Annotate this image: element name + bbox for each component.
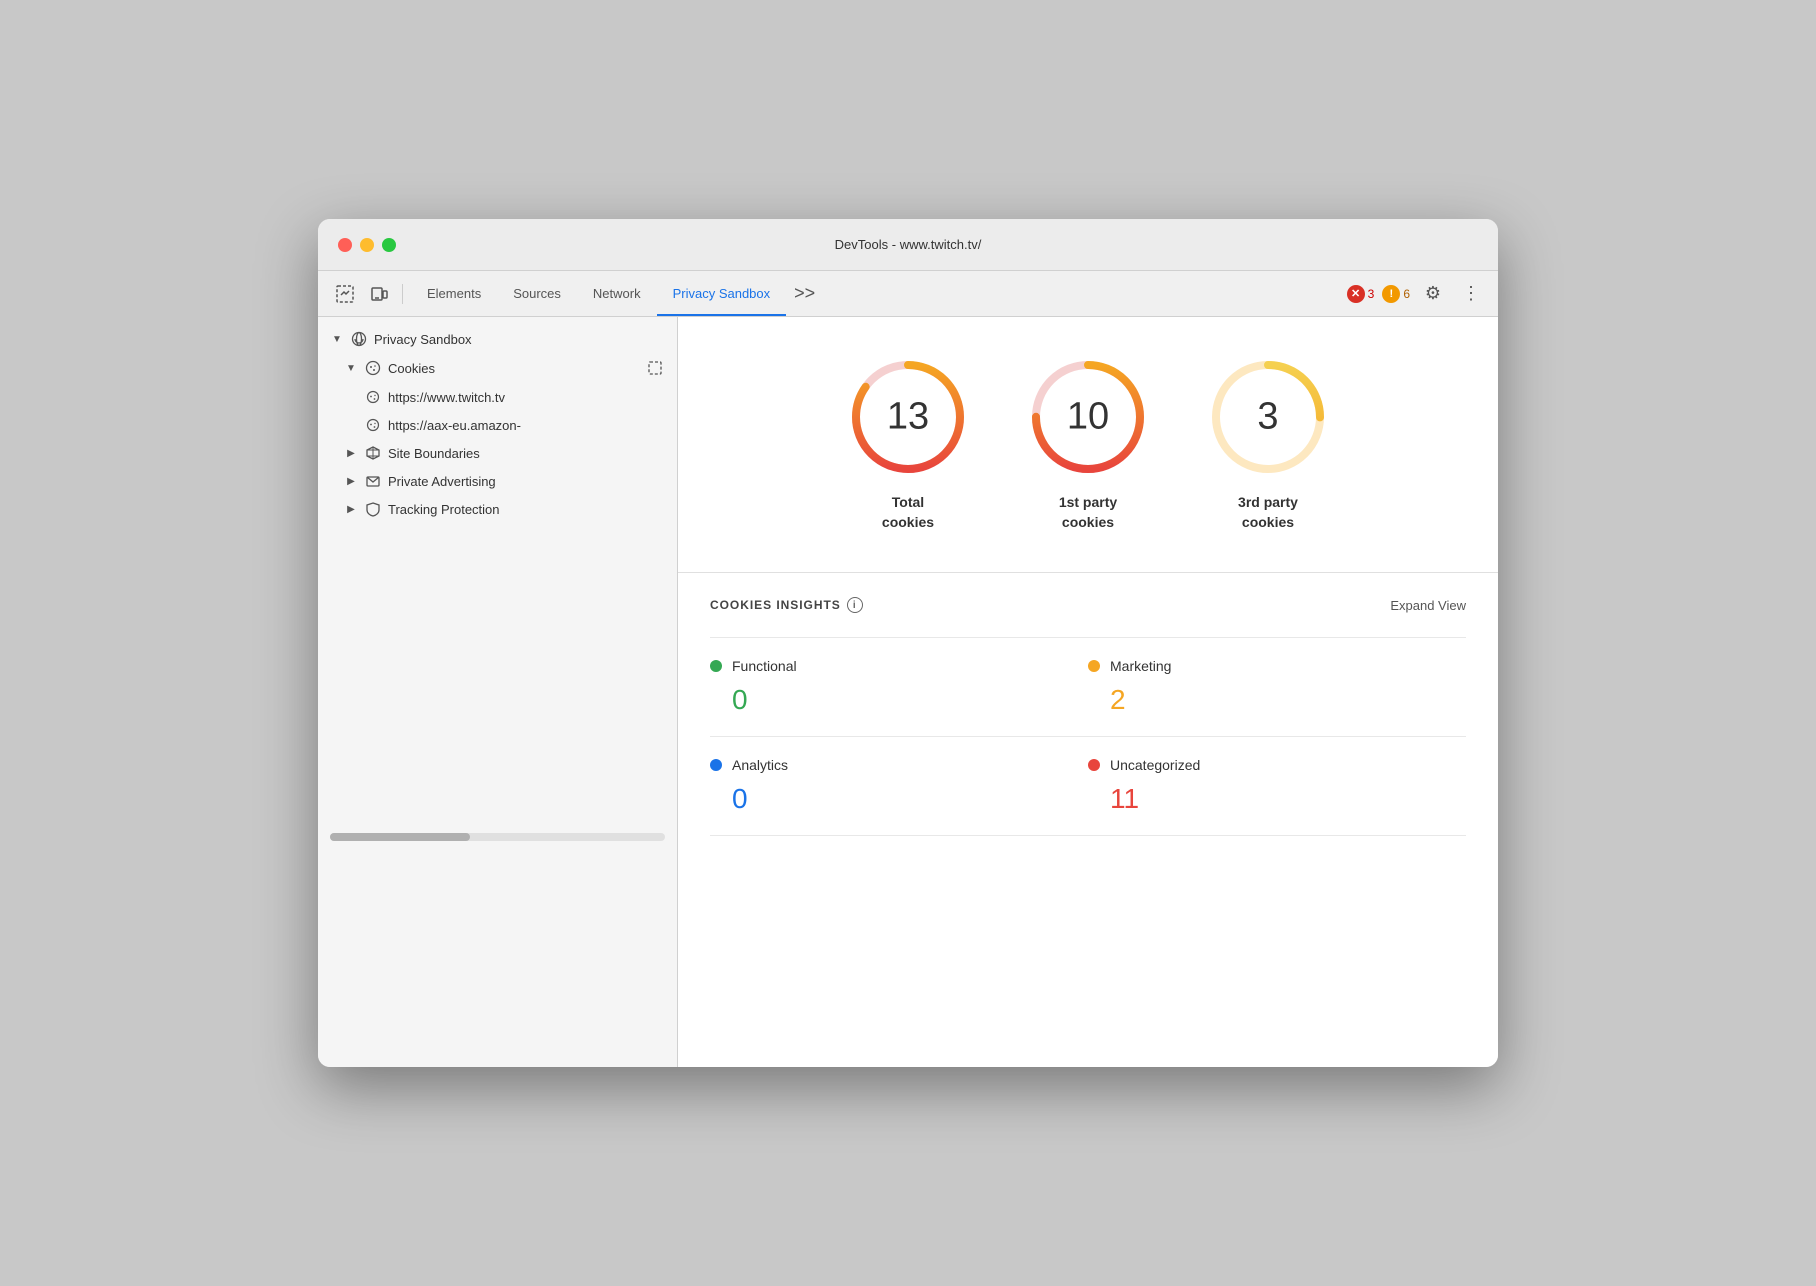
- insight-analytics: Analytics 0: [710, 737, 1088, 836]
- total-label: Totalcookies: [882, 493, 934, 532]
- first-party-circle: 10: [1028, 357, 1148, 477]
- sidebar-label: https://www.twitch.tv: [388, 390, 665, 405]
- tab-elements[interactable]: Elements: [411, 271, 497, 316]
- insights-info-icon[interactable]: i: [847, 597, 863, 613]
- tab-privacy-sandbox[interactable]: Privacy Sandbox: [657, 271, 787, 316]
- window-title: DevTools - www.twitch.tv/: [835, 237, 982, 252]
- scrollbar-thumb: [330, 833, 470, 841]
- error-icon: ✕: [1347, 285, 1365, 303]
- arrow-icon: ▼: [330, 332, 344, 346]
- inspect-icon[interactable]: [330, 279, 360, 309]
- privacy-sandbox-icon: [350, 330, 368, 348]
- more-tabs-button[interactable]: >>: [786, 283, 823, 304]
- insight-uncategorized: Uncategorized 11: [1088, 737, 1466, 836]
- tracking-protection-icon: [364, 500, 382, 518]
- insights-title: COOKIES INSIGHTS i: [710, 597, 863, 613]
- devtools-window: DevTools - www.twitch.tv/ Elements Sourc…: [318, 219, 1498, 1067]
- insights-section: COOKIES INSIGHTS i Expand View Functiona…: [678, 573, 1498, 860]
- arrow-icon: ▶: [344, 502, 358, 516]
- maximize-button[interactable]: [382, 238, 396, 252]
- uncategorized-label: Uncategorized: [1110, 757, 1200, 773]
- total-circle: 13: [848, 357, 968, 477]
- arrow-icon: ▶: [344, 474, 358, 488]
- settings-button[interactable]: ⚙: [1418, 279, 1448, 309]
- total-count: 13: [887, 396, 929, 439]
- analytics-dot: [710, 759, 722, 771]
- analytics-header: Analytics: [710, 757, 1088, 773]
- titlebar: DevTools - www.twitch.tv/: [318, 219, 1498, 271]
- sidebar-label: https://aax-eu.amazon-: [388, 418, 665, 433]
- cookie-stats: 13 Totalcookies: [678, 317, 1498, 573]
- scrollbar-track: [330, 833, 665, 841]
- marketing-dot: [1088, 660, 1100, 672]
- insights-grid: Functional 0 Marketing 2: [710, 637, 1466, 836]
- functional-dot: [710, 660, 722, 672]
- tab-network[interactable]: Network: [577, 271, 657, 316]
- first-party-count: 10: [1067, 396, 1109, 439]
- analytics-label: Analytics: [732, 757, 788, 773]
- window-controls: [338, 238, 396, 252]
- horizontal-scrollbar[interactable]: [318, 823, 677, 851]
- toolbar: Elements Sources Network Privacy Sandbox…: [318, 271, 1498, 317]
- arrow-icon: ▼: [344, 361, 358, 375]
- expand-view-button[interactable]: Expand View: [1390, 598, 1466, 613]
- uncategorized-dot: [1088, 759, 1100, 771]
- cookie-icon: [364, 416, 382, 434]
- arrow-icon: ▶: [344, 446, 358, 460]
- warning-badge[interactable]: ! 6: [1382, 285, 1410, 303]
- third-party-stat: 3 3rd partycookies: [1208, 357, 1328, 532]
- third-party-count: 3: [1257, 396, 1278, 439]
- error-badge[interactable]: ✕ 3: [1347, 285, 1375, 303]
- sidebar-item-twitch[interactable]: https://www.twitch.tv: [318, 383, 677, 411]
- insight-marketing: Marketing 2: [1088, 637, 1466, 737]
- total-cookies-stat: 13 Totalcookies: [848, 357, 968, 532]
- sidebar-label: Tracking Protection: [388, 502, 665, 517]
- sidebar-item-tracking-protection[interactable]: ▶ Tracking Protection: [318, 495, 677, 523]
- third-party-label: 3rd partycookies: [1238, 493, 1298, 532]
- main-content: ▼ Privacy Sandbox ▼: [318, 317, 1498, 1067]
- sidebar-item-site-boundaries[interactable]: ▶ Site Boundaries: [318, 439, 677, 467]
- insight-functional: Functional 0: [710, 637, 1088, 737]
- functional-header: Functional: [710, 658, 1088, 674]
- main-panel: 13 Totalcookies: [678, 317, 1498, 1067]
- first-party-label: 1st partycookies: [1059, 493, 1117, 532]
- marketing-label: Marketing: [1110, 658, 1171, 674]
- analytics-count: 0: [710, 783, 1088, 815]
- sidebar-label: Site Boundaries: [388, 446, 665, 461]
- warning-icon: !: [1382, 285, 1400, 303]
- cookie-icon: [364, 388, 382, 406]
- first-party-stat: 10 1st partycookies: [1028, 357, 1148, 532]
- sidebar-label: Private Advertising: [388, 474, 665, 489]
- sidebar-item-privacy-sandbox[interactable]: ▼ Privacy Sandbox: [318, 325, 677, 353]
- close-button[interactable]: [338, 238, 352, 252]
- private-advertising-icon: [364, 472, 382, 490]
- cookie-icon: [364, 359, 382, 377]
- uncategorized-header: Uncategorized: [1088, 757, 1466, 773]
- select-icon[interactable]: [645, 358, 665, 378]
- sidebar-item-cookies[interactable]: ▼ Cookies: [318, 353, 677, 383]
- uncategorized-count: 11: [1088, 783, 1466, 815]
- toolbar-right: ✕ 3 ! 6 ⚙ ⋮: [1347, 279, 1486, 309]
- marketing-count: 2: [1088, 684, 1466, 716]
- toolbar-divider: [402, 284, 403, 304]
- sidebar-label: Cookies: [388, 361, 639, 376]
- site-boundaries-icon: [364, 444, 382, 462]
- functional-label: Functional: [732, 658, 797, 674]
- toolbar-tabs: Elements Sources Network Privacy Sandbox…: [411, 271, 1343, 316]
- sidebar-label: Privacy Sandbox: [374, 332, 665, 347]
- third-party-circle: 3: [1208, 357, 1328, 477]
- sidebar-item-private-advertising[interactable]: ▶ Private Advertising: [318, 467, 677, 495]
- minimize-button[interactable]: [360, 238, 374, 252]
- sidebar-item-amazon[interactable]: https://aax-eu.amazon-: [318, 411, 677, 439]
- insights-header: COOKIES INSIGHTS i Expand View: [710, 597, 1466, 613]
- tab-sources[interactable]: Sources: [497, 271, 577, 316]
- more-options-button[interactable]: ⋮: [1456, 279, 1486, 309]
- functional-count: 0: [710, 684, 1088, 716]
- marketing-header: Marketing: [1088, 658, 1466, 674]
- sidebar: ▼ Privacy Sandbox ▼: [318, 317, 678, 1067]
- device-icon[interactable]: [364, 279, 394, 309]
